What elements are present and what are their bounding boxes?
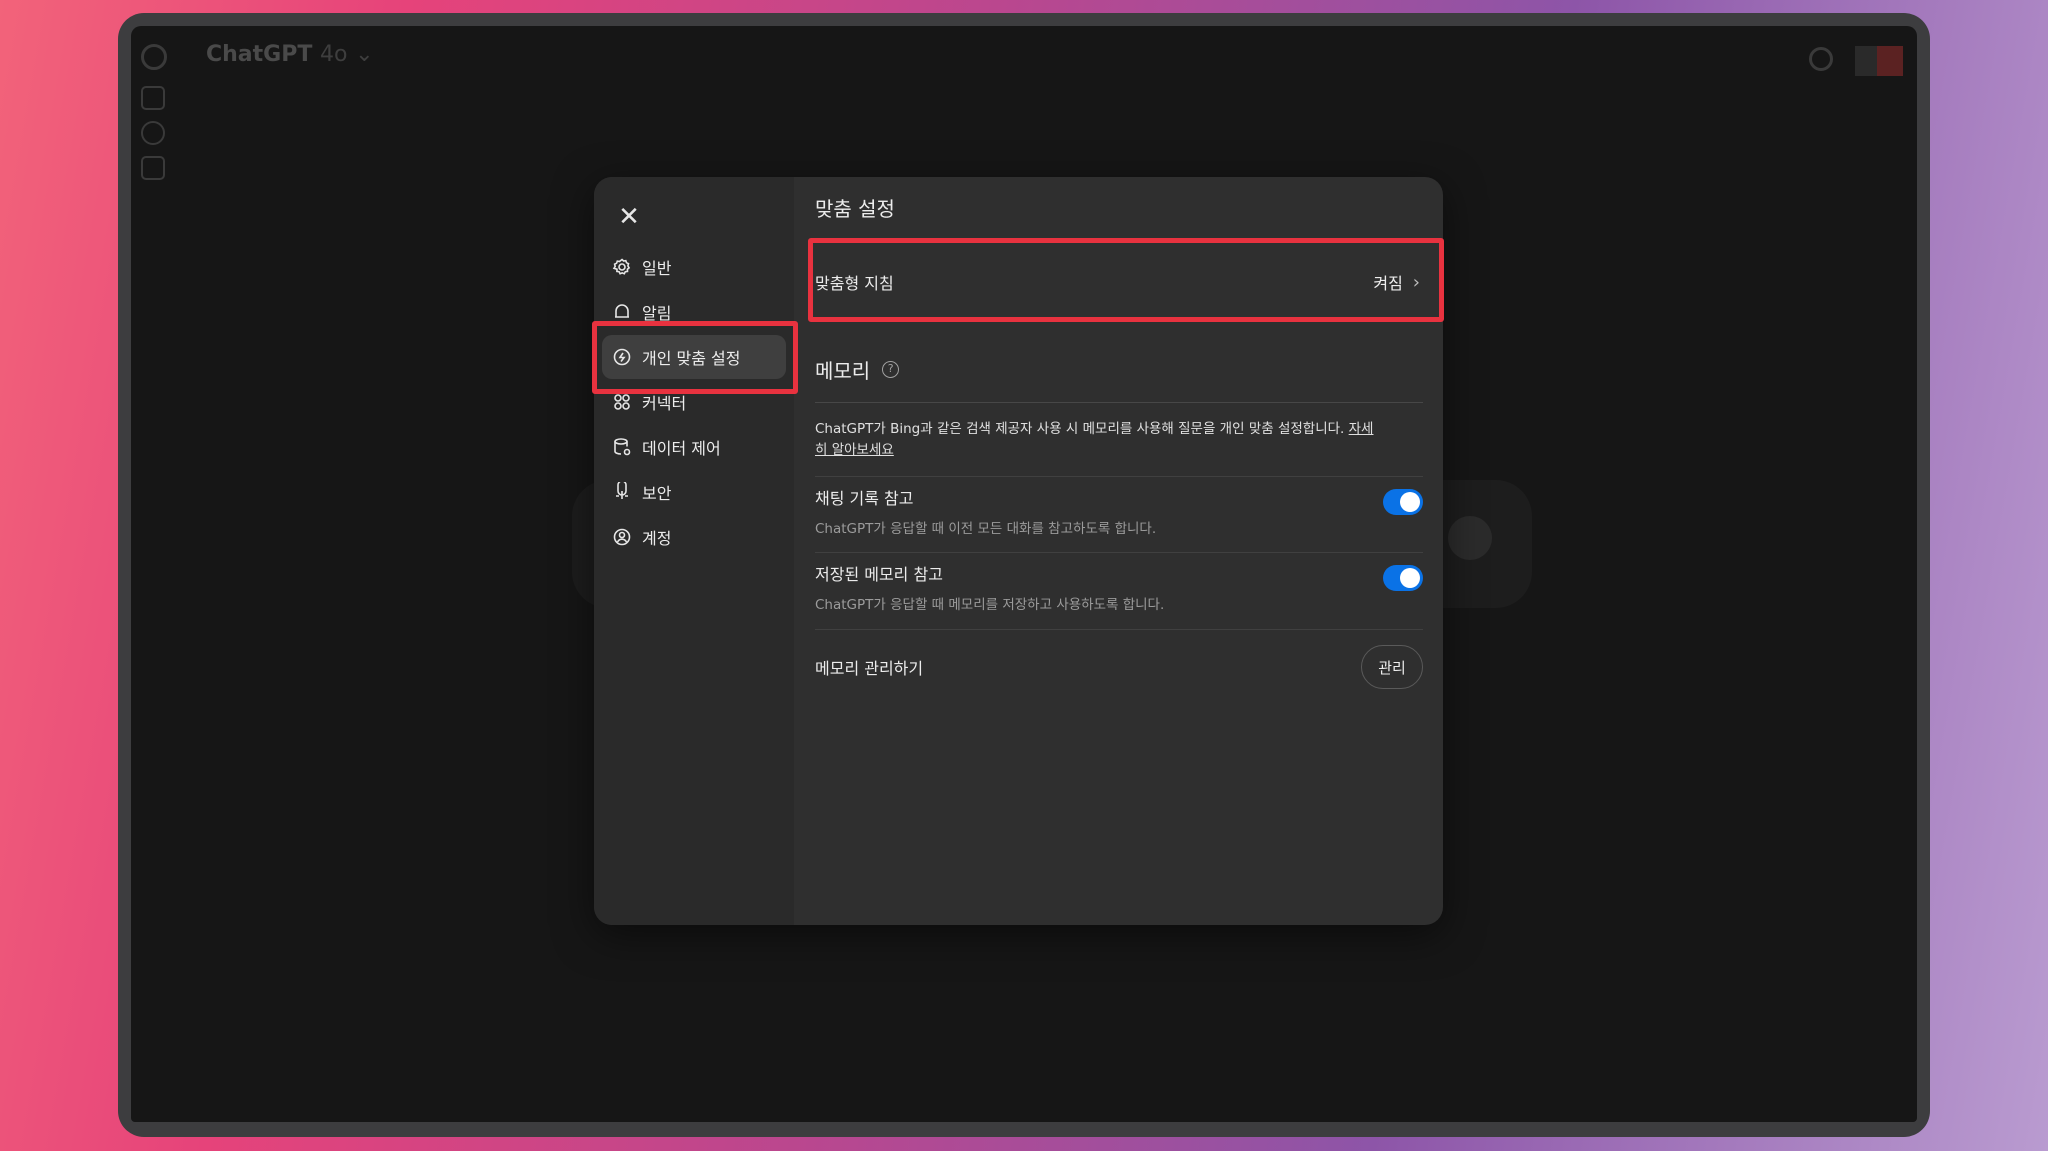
voice-mode-icon[interactable] xyxy=(1448,516,1492,560)
toggle-title-saved-memory: 저장된 메모리 참고 xyxy=(815,565,943,584)
gear-icon xyxy=(612,257,632,277)
close-icon[interactable]: ✕ xyxy=(613,201,645,233)
database-icon xyxy=(612,437,632,457)
highlight-box-custom-instructions xyxy=(808,238,1444,322)
library-icon[interactable] xyxy=(141,156,165,180)
new-chat-icon[interactable] xyxy=(141,86,165,110)
nav-label-account: 계정 xyxy=(642,529,672,548)
nav-label-general: 일반 xyxy=(642,259,672,278)
toggle-title-chat-history: 채팅 기록 참고 xyxy=(815,489,914,508)
help-icon[interactable]: ? xyxy=(882,361,900,378)
model-version: 4o xyxy=(320,42,348,67)
toggle-row-saved-memory: 저장된 메모리 참고 ChatGPT가 응답할 때 메모리를 저장하고 사용하도… xyxy=(815,553,1423,623)
model-selector[interactable]: ChatGPT 4o ⌄ xyxy=(206,42,374,67)
page-title: 맞춤 설정 xyxy=(815,197,895,221)
nav-item-security[interactable]: 보안 xyxy=(602,470,786,514)
settings-nav-list: 일반 알림 개인 맞춤 설정 커넥터 데이터 제어 보안 계정 xyxy=(602,245,786,560)
connector-icon xyxy=(612,392,632,412)
highlight-box-nav xyxy=(592,321,798,394)
settings-nav: ✕ 일반 알림 개인 맞춤 설정 커넥터 데이터 제어 보안 계정 xyxy=(594,177,794,925)
nav-label-data-controls: 데이터 제어 xyxy=(642,439,721,458)
toggle-row-chat-history: 채팅 기록 참고 ChatGPT가 응답할 때 이전 모든 대화를 참고하도록 … xyxy=(815,477,1423,547)
manage-memory-label: 메모리 관리하기 xyxy=(815,659,924,678)
nav-item-general[interactable]: 일반 xyxy=(602,245,786,289)
app-name: ChatGPT xyxy=(206,42,313,67)
nav-item-account[interactable]: 계정 xyxy=(602,515,786,559)
chat-history-toggle[interactable] xyxy=(1383,489,1423,515)
manage-memory-button[interactable]: 관리 xyxy=(1361,645,1423,689)
account-icon xyxy=(612,527,632,547)
window-corner-block-dark xyxy=(1855,46,1877,76)
memory-description: ChatGPT가 Bing과 같은 검색 제공자 사용 시 메모리를 사용해 질… xyxy=(815,419,1375,461)
memory-title: 메모리 xyxy=(815,359,871,383)
chatgpt-logo-icon[interactable] xyxy=(141,44,167,70)
nav-item-data-controls[interactable]: 데이터 제어 xyxy=(602,425,786,469)
toggle-sub-saved-memory: ChatGPT가 응답할 때 메모리를 저장하고 사용하도록 합니다. xyxy=(815,597,1165,613)
toggle-sub-chat-history: ChatGPT가 응답할 때 이전 모든 대화를 참고하도록 합니다. xyxy=(815,521,1157,537)
nav-label-security: 보안 xyxy=(642,484,672,503)
chevron-down-icon: ⌄ xyxy=(355,42,374,67)
shield-icon xyxy=(612,482,632,502)
memory-header: 메모리 ? xyxy=(815,355,1423,403)
memory-description-text: ChatGPT가 Bing과 같은 검색 제공자 사용 시 메모리를 사용해 질… xyxy=(815,421,1345,437)
search-icon[interactable] xyxy=(141,121,165,145)
manage-memory-row: 메모리 관리하기 관리 xyxy=(815,644,1423,690)
temporary-chat-icon[interactable] xyxy=(1809,47,1833,71)
saved-memory-toggle[interactable] xyxy=(1383,565,1423,591)
bell-icon xyxy=(612,302,632,322)
divider xyxy=(815,629,1423,630)
